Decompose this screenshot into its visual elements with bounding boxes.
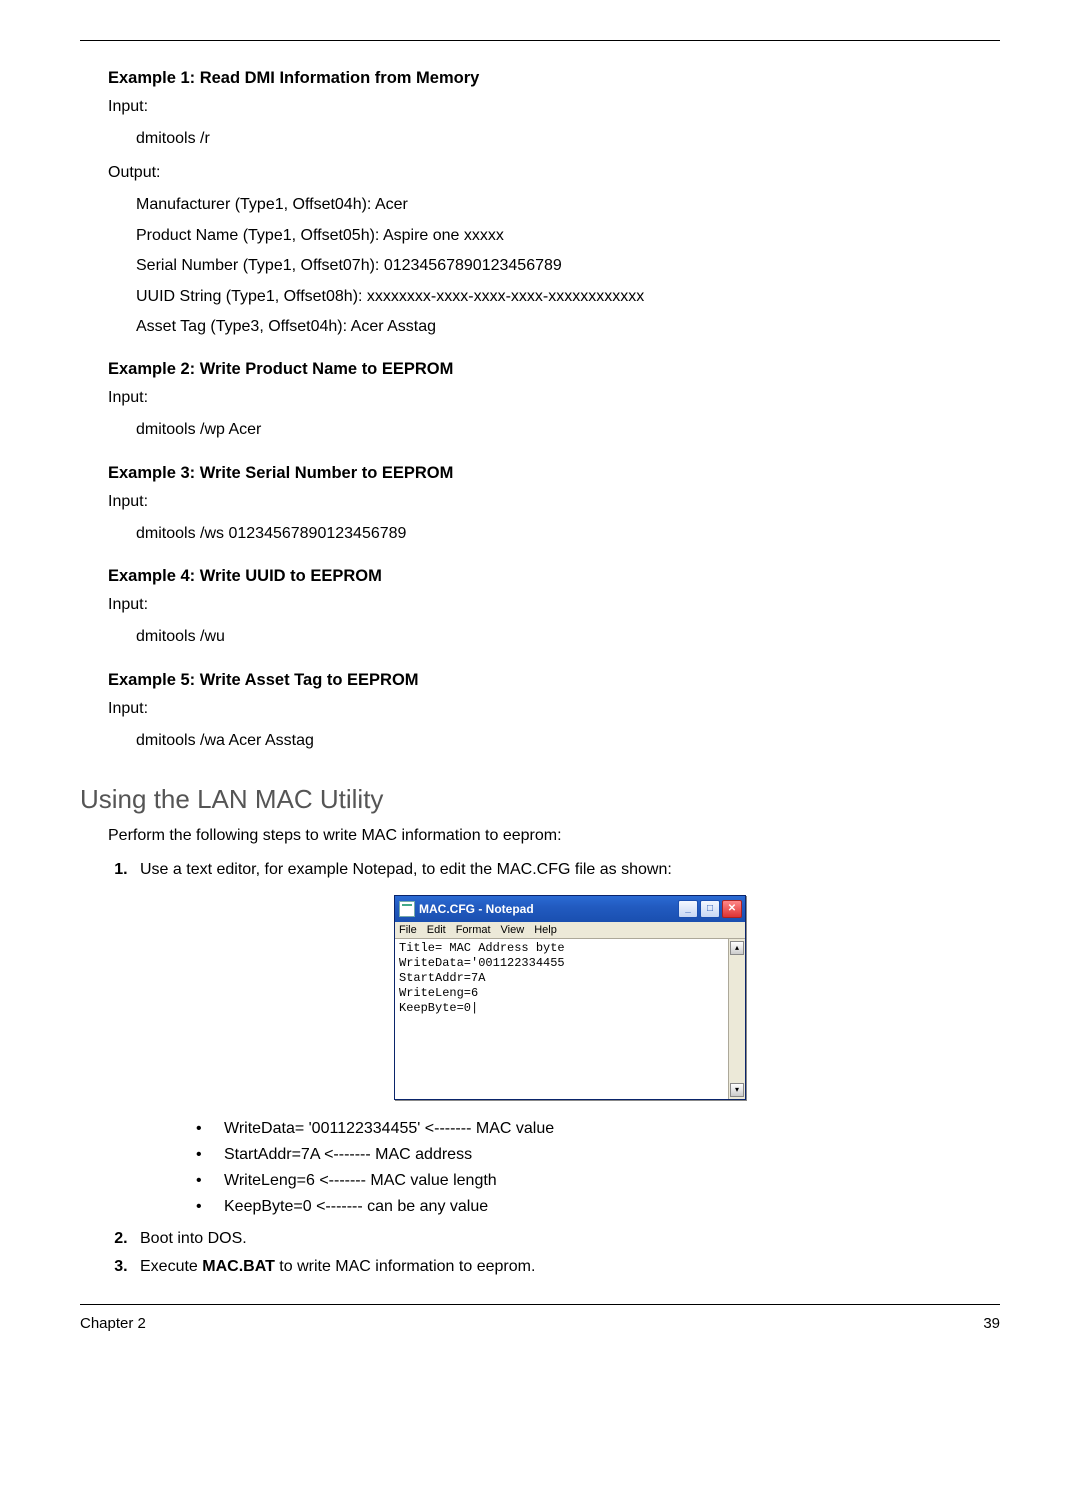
list-item: WriteData= '001122334455' <------- MAC v… — [196, 1120, 1000, 1138]
menu-view[interactable]: View — [501, 924, 525, 936]
menu-file[interactable]: File — [399, 924, 417, 936]
input-command: dmitools /ws 01234567890123456789 — [136, 519, 1000, 549]
step-text-post: to write MAC information to eeprom. — [275, 1258, 536, 1275]
input-command: dmitools /wp Acer — [136, 415, 1000, 445]
list-item: StartAddr=7A <------- MAC address — [196, 1146, 1000, 1164]
step-3: Execute MAC.BAT to write MAC information… — [132, 1258, 1000, 1276]
output-line: UUID String (Type1, Offset08h): xxxxxxxx… — [136, 282, 1000, 312]
notepad-icon — [399, 901, 415, 917]
output-label: Output: — [108, 164, 1000, 182]
notepad-screenshot: MAC.CFG - Notepad _ □ ✕ File Edit Format… — [140, 895, 1000, 1100]
steps-list: Use a text editor, for example Notepad, … — [108, 861, 1000, 1276]
notepad-scrollbar[interactable]: ▴ ▾ — [728, 939, 745, 1099]
list-item: KeepByte=0 <------- can be any value — [196, 1198, 1000, 1216]
step-text: Boot into DOS. — [140, 1230, 247, 1247]
notepad-titlebar: MAC.CFG - Notepad _ □ ✕ — [395, 896, 745, 922]
step-text-bold: MAC.BAT — [202, 1258, 275, 1275]
input-label: Input: — [108, 98, 1000, 116]
example-title: Example 5: Write Asset Tag to EEPROM — [108, 671, 1000, 690]
example-title: Example 2: Write Product Name to EEPROM — [108, 360, 1000, 379]
notepad-menu: File Edit Format View Help — [395, 922, 745, 939]
output-line: Manufacturer (Type1, Offset04h): Acer — [136, 190, 1000, 220]
example-title: Example 4: Write UUID to EEPROM — [108, 567, 1000, 586]
input-command: dmitools /wu — [136, 622, 1000, 652]
output-line: Product Name (Type1, Offset05h): Aspire … — [136, 221, 1000, 251]
input-command: dmitools /wa Acer Asstag — [136, 726, 1000, 756]
step-1: Use a text editor, for example Notepad, … — [132, 861, 1000, 1216]
step-2: Boot into DOS. — [132, 1230, 1000, 1248]
scroll-down-icon[interactable]: ▾ — [730, 1083, 744, 1097]
example-title: Example 3: Write Serial Number to EEPROM — [108, 464, 1000, 483]
example-title: Example 1: Read DMI Information from Mem… — [108, 69, 1000, 88]
notepad-text-area[interactable]: Title= MAC Address byte WriteData='00112… — [395, 939, 728, 1099]
input-label: Input: — [108, 700, 1000, 718]
intro-text: Perform the following steps to write MAC… — [108, 827, 1000, 845]
menu-format[interactable]: Format — [456, 924, 491, 936]
input-command: dmitools /r — [136, 124, 1000, 154]
input-label: Input: — [108, 493, 1000, 511]
scroll-up-icon[interactable]: ▴ — [730, 941, 744, 955]
output-line: Asset Tag (Type3, Offset04h): Acer Assta… — [136, 312, 1000, 342]
input-label: Input: — [108, 596, 1000, 614]
step-text-pre: Execute — [140, 1258, 202, 1275]
footer-left: Chapter 2 — [80, 1315, 146, 1332]
bottom-rule — [80, 1304, 1000, 1305]
section-heading: Using the LAN MAC Utility — [80, 784, 1000, 815]
examples-block: Example 1: Read DMI Information from Mem… — [108, 69, 1000, 756]
menu-help[interactable]: Help — [534, 924, 557, 936]
maximize-button[interactable]: □ — [700, 900, 720, 918]
step-text: Use a text editor, for example Notepad, … — [140, 861, 672, 878]
output-line: Serial Number (Type1, Offset07h): 012345… — [136, 251, 1000, 281]
output-lines: Manufacturer (Type1, Offset04h): Acer Pr… — [136, 190, 1000, 342]
cfg-explanation-list: WriteData= '001122334455' <------- MAC v… — [140, 1120, 1000, 1216]
menu-edit[interactable]: Edit — [427, 924, 446, 936]
notepad-window-title: MAC.CFG - Notepad — [419, 902, 534, 916]
footer-right: 39 — [983, 1315, 1000, 1332]
notepad-window: MAC.CFG - Notepad _ □ ✕ File Edit Format… — [394, 895, 746, 1100]
top-rule — [80, 40, 1000, 41]
list-item: WriteLeng=6 <------- MAC value length — [196, 1172, 1000, 1190]
minimize-button[interactable]: _ — [678, 900, 698, 918]
close-button[interactable]: ✕ — [722, 900, 742, 918]
input-label: Input: — [108, 389, 1000, 407]
page-footer: Chapter 2 39 — [80, 1315, 1000, 1332]
